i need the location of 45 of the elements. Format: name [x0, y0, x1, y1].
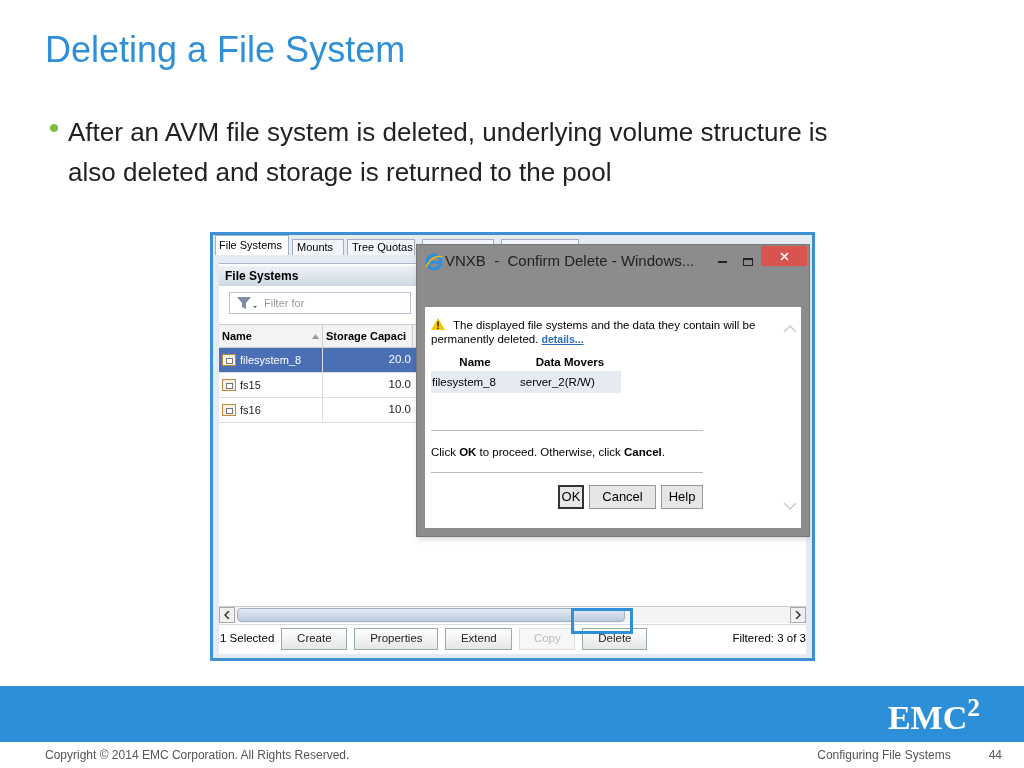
table-cell: 10.0 [323, 398, 413, 423]
filter-placeholder: Filter for [264, 295, 305, 311]
dialog-button[interactable]: Help [661, 484, 703, 509]
tab[interactable]: Tree Quotas [347, 239, 415, 255]
file-system-icon [222, 379, 236, 391]
file-system-icon [222, 354, 236, 366]
browser-logo-icon [425, 252, 443, 271]
table-cell-text: filesystem_8 [240, 352, 302, 368]
table-cell-text: fs15 [240, 377, 261, 393]
highlight-box [571, 608, 633, 634]
column-header: Data Movers [534, 355, 606, 370]
filter-icon [236, 296, 258, 310]
warning-message: The displayed file systems and the data they contain will be permanently deleted. details... [431, 318, 757, 346]
sort-icon [312, 333, 319, 339]
close-icon [779, 251, 789, 261]
slide-title: Deleting a File System [45, 28, 406, 72]
column-header[interactable]: Name [219, 325, 323, 347]
table-cell-text: fs16 [240, 402, 261, 418]
table-cell-text: server_2(R/W) [519, 374, 596, 390]
scroll-right-button[interactable] [790, 607, 806, 624]
page-number: 44 [988, 747, 1002, 765]
filter-status: Filtered: 3 of 3 [732, 631, 806, 647]
column-header[interactable]: Storage Capaci [323, 325, 413, 347]
selection-count: 1 Selected [219, 631, 275, 647]
details-link[interactable]: details... [541, 333, 584, 345]
warning-icon [431, 318, 445, 330]
tab[interactable]: File Systems [215, 235, 289, 255]
dialog-button[interactable]: OK [558, 484, 584, 509]
table-cell-text: filesystem_8 [431, 374, 497, 390]
scroll-left-button[interactable] [219, 607, 235, 624]
toolbar-button[interactable]: Create [281, 628, 348, 651]
copyright-text: Copyright © 2014 EMC Corporation. All Rights Reserved. [45, 747, 350, 765]
toolbar-button[interactable]: Delete [582, 628, 648, 651]
bullet-icon [50, 124, 58, 132]
instruction-text: Click OK to proceed. Otherwise, click Cancel. [431, 445, 665, 461]
tab[interactable]: Mounts [292, 239, 344, 255]
toolbar-button[interactable]: Properties [354, 628, 439, 651]
dialog-button[interactable]: Cancel [589, 484, 656, 509]
scrollbar-thumb[interactable] [237, 608, 625, 623]
column-header: Name [458, 355, 492, 370]
toolbar-button[interactable]: Extend [445, 628, 513, 651]
file-system-icon [222, 404, 236, 416]
company-logo: EMC$^{2}$ [887, 700, 980, 737]
bullet-text: After an AVM file system is deleted, underlying volume structure is also deleted and storage is returned to the pool [68, 116, 829, 189]
section-title: Configuring File Systems [817, 747, 951, 765]
